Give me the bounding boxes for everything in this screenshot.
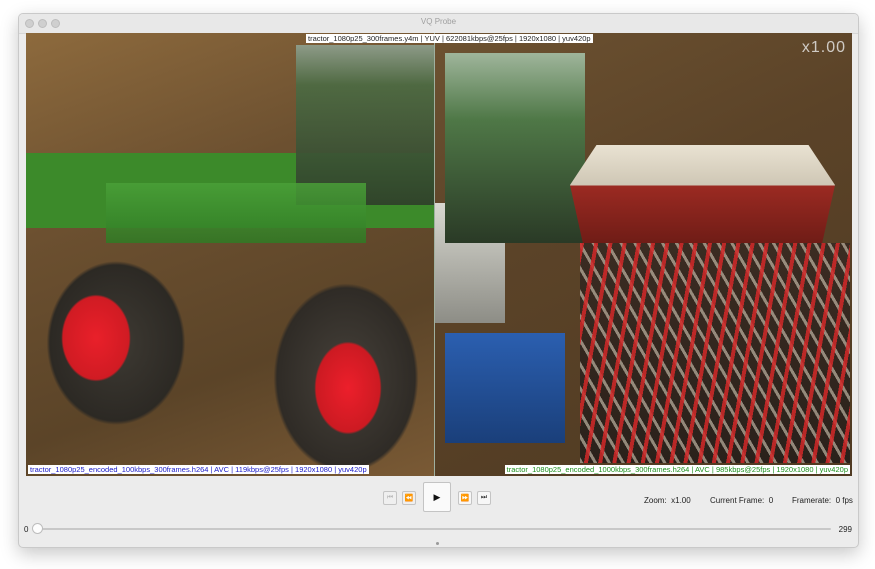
current-frame-info: Current Frame: 0 [710, 496, 773, 505]
zoom-label: Zoom: [644, 496, 667, 505]
rewind-icon: ⏪ [404, 495, 414, 502]
last-frame-button[interactable]: ⏭ [477, 491, 491, 505]
next-frame-button[interactable]: ⏩ [458, 491, 472, 505]
play-icon: ▶ [433, 491, 441, 502]
framerate-label: Framerate: [792, 496, 832, 505]
tractor-cab-left [296, 45, 436, 205]
frame-slider-thumb[interactable] [32, 523, 43, 534]
seed-drill [580, 243, 850, 463]
frame-slider-track[interactable] [34, 528, 831, 530]
play-button[interactable]: ▶ [423, 482, 451, 512]
zoom-value: x1.00 [671, 496, 691, 505]
main-window: VQ Probe tractor_1080p25_300frames.y4m |… [18, 13, 859, 548]
comparison-split-line[interactable] [434, 33, 435, 476]
slider-min-label: 0 [24, 525, 29, 534]
right-encoded-frame [435, 33, 852, 476]
playback-controls: ⏮ ⏪ ▶ ⏩ ⏭ Zoom: x1.00 Current Frame: 0 F… [19, 476, 858, 546]
current-frame-label: Current Frame: [710, 496, 765, 505]
left-encoded-frame [26, 33, 436, 476]
current-frame-value: 0 [768, 496, 774, 505]
fast-forward-icon: ⏩ [460, 495, 470, 502]
framerate-value: 0 fps [835, 496, 853, 505]
slider-max-label: 299 [838, 525, 852, 534]
prev-frame-button[interactable]: ⏪ [402, 491, 416, 505]
skip-forward-icon: ⏭ [480, 494, 488, 501]
zoom-overlay-text: x1.00 [801, 39, 846, 56]
tractor-cab-right [445, 53, 585, 243]
seed-hopper [570, 145, 835, 245]
first-frame-button[interactable]: ⏮ [383, 491, 397, 505]
reference-file-label: tractor_1080p25_300frames.y4m | YUV | 62… [306, 34, 593, 43]
window-title: VQ Probe [420, 17, 457, 26]
tractor-hood-left [106, 183, 366, 243]
video-viewport[interactable]: tractor_1080p25_300frames.y4m | YUV | 62… [26, 33, 852, 476]
title-bar: VQ Probe [19, 14, 858, 34]
zoom-info: Zoom: x1.00 [644, 496, 691, 505]
blue-machine-part [445, 333, 565, 443]
resize-handle-dot[interactable] [436, 542, 439, 545]
framerate-info: Framerate: 0 fps [792, 496, 853, 505]
left-file-label: tractor_1080p25_encoded_100kbps_300frame… [28, 465, 369, 474]
skip-back-icon: ⏮ [386, 494, 394, 501]
right-file-label: tractor_1080p25_encoded_1000kbps_300fram… [504, 465, 850, 474]
